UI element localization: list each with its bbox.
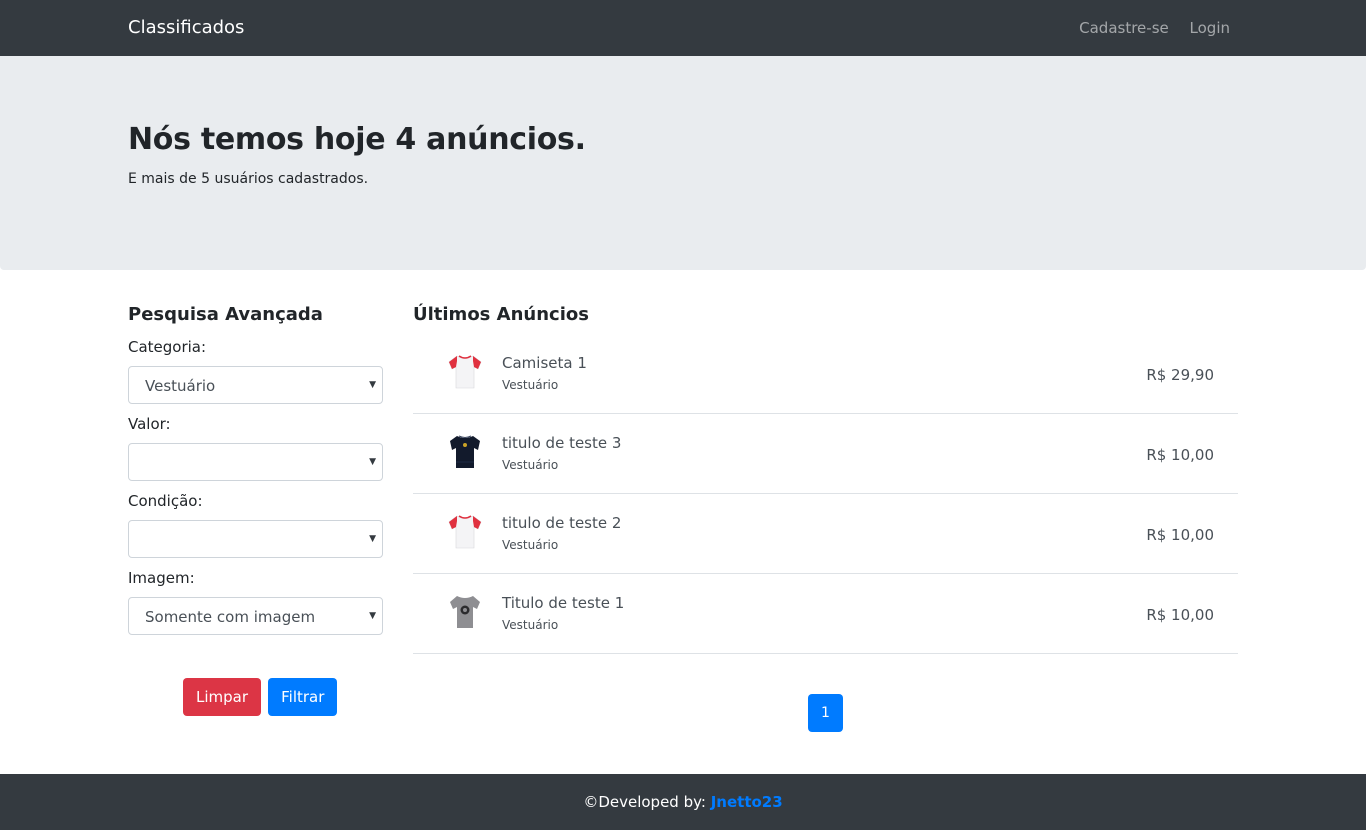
listing-title[interactable]: Camiseta 1 bbox=[502, 353, 587, 373]
footer-credit: ©Developed by: bbox=[583, 793, 711, 811]
price-label: Valor: bbox=[128, 415, 171, 433]
gray-shirt-thumbnail bbox=[450, 596, 480, 628]
nav-link-register[interactable]: Cadastre-se bbox=[1079, 19, 1169, 37]
hero-title: Nós temos hoje 4 anúncios. bbox=[128, 122, 586, 157]
listing-row[interactable]: titulo de teste 3 Vestuário R$ 10,00 bbox=[413, 414, 1238, 494]
listing-list: Camiseta 1 Vestuário R$ 29,90 titulo de … bbox=[413, 334, 1238, 654]
search-actions: Limpar Filtrar bbox=[183, 678, 338, 716]
listing-category: Vestuário bbox=[502, 458, 559, 472]
listing-title[interactable]: Titulo de teste 1 bbox=[502, 593, 624, 613]
pagination-page-1[interactable]: 1 bbox=[808, 694, 843, 732]
condition-label: Condição: bbox=[128, 492, 203, 510]
nav-links: Cadastre-se Login bbox=[1063, 18, 1230, 38]
listing-title[interactable]: titulo de teste 2 bbox=[502, 513, 621, 533]
top-navbar: Classificados Cadastre-se Login bbox=[0, 0, 1366, 56]
hero-subtitle: E mais de 5 usuários cadastrados. bbox=[128, 171, 369, 187]
latest-listings: Últimos Anúncios Camiseta 1 Vestuário R$… bbox=[413, 303, 1238, 654]
listing-price: R$ 10,00 bbox=[1146, 606, 1214, 624]
image-select[interactable]: Somente com imagem ▼ bbox=[128, 597, 383, 635]
chevron-down-icon: ▼ bbox=[369, 457, 376, 467]
listing-price: R$ 10,00 bbox=[1146, 446, 1214, 464]
listing-row[interactable]: Camiseta 1 Vestuário R$ 29,90 bbox=[413, 334, 1238, 414]
listing-row[interactable]: Titulo de teste 1 Vestuário R$ 10,00 bbox=[413, 574, 1238, 654]
raglan-shirt-thumbnail bbox=[448, 355, 482, 389]
chevron-down-icon: ▼ bbox=[369, 534, 376, 544]
listing-title[interactable]: titulo de teste 3 bbox=[502, 433, 621, 453]
footer-author-link[interactable]: Jnetto23 bbox=[711, 793, 783, 811]
listing-category: Vestuário bbox=[502, 378, 559, 392]
listing-price: R$ 29,90 bbox=[1146, 366, 1214, 384]
clear-button[interactable]: Limpar bbox=[183, 678, 262, 716]
listing-price: R$ 10,00 bbox=[1146, 526, 1214, 544]
category-label: Categoria: bbox=[128, 338, 207, 356]
hero-banner: Nós temos hoje 4 anúncios. E mais de 5 u… bbox=[0, 56, 1366, 270]
chevron-down-icon: ▼ bbox=[369, 611, 376, 621]
listing-row[interactable]: titulo de teste 2 Vestuário R$ 10,00 bbox=[413, 494, 1238, 574]
brand-link[interactable]: Classificados bbox=[128, 16, 244, 40]
advanced-search-title: Pesquisa Avançada bbox=[128, 304, 323, 325]
listings-title: Últimos Anúncios bbox=[413, 304, 589, 325]
listing-category: Vestuário bbox=[502, 618, 559, 632]
footer: ©Developed by: Jnetto23 bbox=[0, 774, 1366, 830]
image-select-value: Somente com imagem bbox=[145, 608, 316, 626]
filter-button[interactable]: Filtrar bbox=[268, 678, 338, 716]
chevron-down-icon: ▼ bbox=[369, 380, 376, 390]
dark-shirt-thumbnail bbox=[450, 435, 480, 468]
advanced-search-panel: Pesquisa Avançada Categoria: Vestuário ▼… bbox=[128, 303, 383, 716]
condition-select[interactable]: ▼ bbox=[128, 520, 383, 558]
price-select[interactable]: ▼ bbox=[128, 443, 383, 481]
listing-category: Vestuário bbox=[502, 538, 559, 552]
category-select-value: Vestuário bbox=[145, 377, 216, 395]
raglan-shirt-thumbnail bbox=[448, 515, 482, 549]
nav-link-login[interactable]: Login bbox=[1190, 19, 1230, 37]
image-label: Imagem: bbox=[128, 569, 195, 587]
category-select[interactable]: Vestuário ▼ bbox=[128, 366, 383, 404]
